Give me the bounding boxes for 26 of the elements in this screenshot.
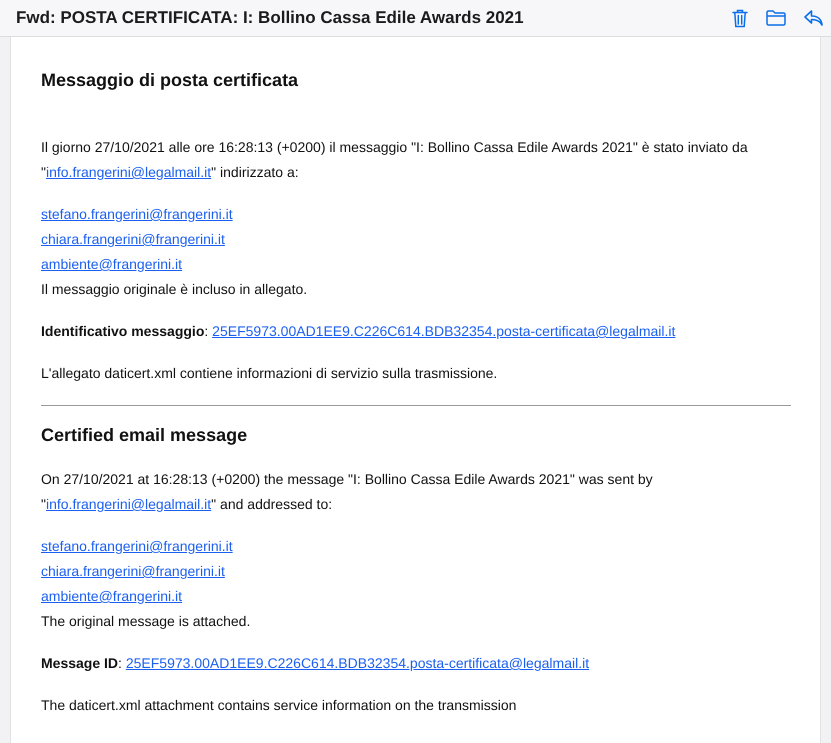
message-subject: Fwd: POSTA CERTIFICATA: I: Bollino Cassa Edile Awards 2021 <box>16 8 524 28</box>
service-info-text: L'allegato daticert.xml contiene informazioni di servizio sulla trasmissione. <box>41 364 498 383</box>
id-label: Message ID <box>41 655 118 671</box>
recipient-link[interactable]: ambiente@frangerini.it <box>41 256 182 272</box>
recipient-link[interactable]: stefano.frangerini@frangerini.it <box>41 538 233 554</box>
reply-icon[interactable] <box>804 10 823 26</box>
recipient-link[interactable]: chiara.frangerini@frangerini.it <box>41 563 225 579</box>
intro-paragraph: Il giorno 27/10/2021 alle ore 16:28:13 (+0200) il messaggio "I: Bollino Cassa Edile Awards 2021" è stato inviato da "info.frangerini@legalmail.it" indirizzato a: <box>41 138 749 182</box>
attachment-note: The original message is attached. <box>41 612 252 631</box>
id-label: Identificativo messaggio <box>41 323 204 339</box>
id-separator: : <box>204 323 208 339</box>
section-heading: Messaggio di posta certificata <box>41 69 300 92</box>
trash-icon[interactable] <box>732 8 748 28</box>
service-info-text: The daticert.xml attachment contains service information on the transmission <box>41 696 518 715</box>
attachment-note: Il messaggio originale è incluso in allegato. <box>41 280 308 299</box>
sender-link[interactable]: info.frangerini@legalmail.it <box>46 496 212 512</box>
message-id-link[interactable]: 25EF5973.00AD1EE9.C226C614.BDB32354.posta-certificata@legalmail.it <box>212 323 676 339</box>
id-separator: : <box>118 655 122 671</box>
message-id-link[interactable]: 25EF5973.00AD1EE9.C226C614.BDB32354.posta-certificata@legalmail.it <box>126 655 590 671</box>
section-heading: Certified email message <box>41 424 248 447</box>
recipient-link[interactable]: chiara.frangerini@frangerini.it <box>41 231 225 247</box>
recipient-link[interactable]: stefano.frangerini@frangerini.it <box>41 206 233 222</box>
folder-icon[interactable] <box>766 10 786 26</box>
intro-paragraph: On 27/10/2021 at 16:28:13 (+0200) the message "I: Bollino Cassa Edile Awards 2021" was sent by "info.frangerini@legalmail.it" and addressed to: <box>41 470 654 514</box>
recipient-link[interactable]: ambiente@frangerini.it <box>41 588 182 604</box>
sender-link[interactable]: info.frangerini@legalmail.it <box>46 164 212 180</box>
